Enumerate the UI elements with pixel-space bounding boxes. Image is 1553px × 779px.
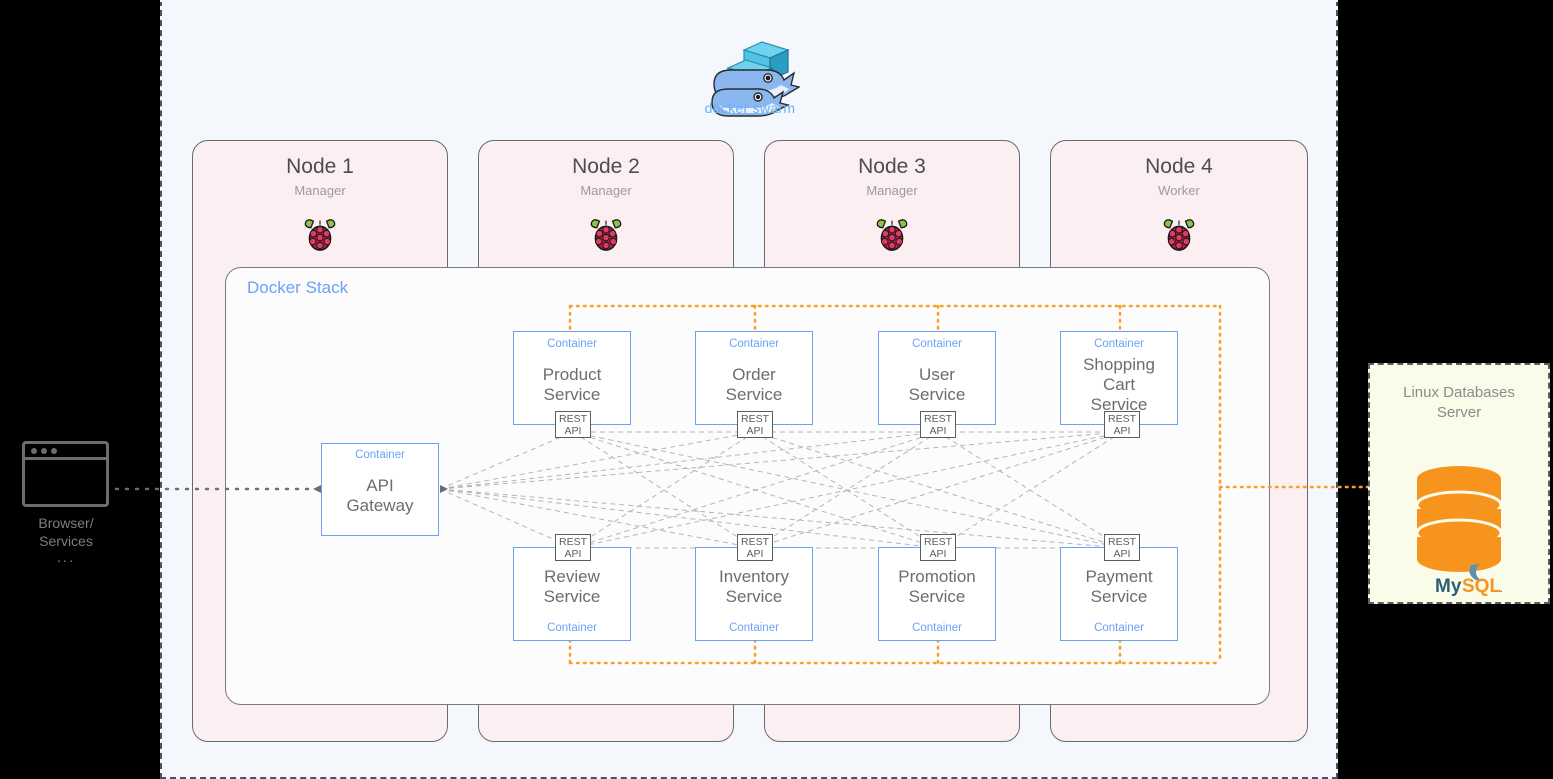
rest-api-badge: REST API bbox=[1104, 534, 1140, 561]
raspberry-pi-icon bbox=[1163, 219, 1195, 251]
docker-stack-label: Docker Stack bbox=[247, 278, 349, 297]
node-role: Worker bbox=[1158, 183, 1200, 198]
node-title: Node 4 bbox=[1145, 155, 1213, 178]
service-label: Promotion Service bbox=[898, 567, 976, 606]
container-tag: Container bbox=[729, 622, 779, 634]
service-container-inventory[interactable]: Inventory Service Container bbox=[695, 547, 813, 641]
diagram-canvas: docker swarm Node 1 Manager Node 2 Manag… bbox=[0, 0, 1553, 779]
rest-api-badge: REST API bbox=[737, 411, 773, 438]
container-tag: Container bbox=[547, 338, 597, 350]
api-gateway-container[interactable]: Container API Gateway bbox=[321, 443, 439, 536]
container-tag: Container bbox=[912, 338, 962, 350]
container-tag: Container bbox=[1094, 338, 1144, 350]
service-container-review[interactable]: Review Service Container bbox=[513, 547, 631, 641]
service-label: Review Service bbox=[543, 567, 601, 606]
api-gateway-label: API Gateway bbox=[346, 475, 414, 515]
browser-dot bbox=[31, 447, 37, 454]
svg-text:SQL: SQL bbox=[1462, 576, 1501, 597]
service-label: Shopping Cart Service bbox=[1083, 355, 1155, 414]
node-role: Manager bbox=[866, 183, 918, 198]
service-label: Inventory Service bbox=[719, 567, 789, 606]
rest-api-badge: REST API bbox=[555, 411, 591, 438]
container-tag: Container bbox=[547, 622, 597, 634]
db-server-title: Linux Databases Server bbox=[1403, 384, 1515, 421]
raspberry-pi-icon bbox=[590, 219, 622, 251]
browser-label: Browser/Services bbox=[38, 515, 94, 549]
container-tag: Container bbox=[729, 338, 779, 350]
browser-titlebar bbox=[25, 444, 106, 460]
node-title: Node 1 bbox=[286, 155, 354, 178]
browser-dot bbox=[41, 447, 47, 454]
browser-ellipsis: ... bbox=[56, 549, 76, 566]
service-container-payment[interactable]: Payment Service Container bbox=[1060, 547, 1178, 641]
node-title: Node 3 bbox=[858, 155, 926, 178]
rest-api-badge: REST API bbox=[1104, 411, 1140, 438]
svg-text:My: My bbox=[1435, 576, 1462, 597]
docker-swarm-caption: docker swarm bbox=[704, 100, 796, 116]
node-title: Node 2 bbox=[572, 155, 640, 178]
raspberry-pi-icon bbox=[304, 219, 336, 251]
node-role: Manager bbox=[580, 183, 632, 198]
node-role: Manager bbox=[294, 183, 346, 198]
rest-api-badge: REST API bbox=[555, 534, 591, 561]
service-container-promotion[interactable]: Promotion Service Container bbox=[878, 547, 996, 641]
service-label: Payment Service bbox=[1085, 567, 1153, 606]
browser-dot bbox=[51, 447, 57, 454]
container-tag: Container bbox=[355, 449, 405, 461]
rest-api-badge: REST API bbox=[737, 534, 773, 561]
rest-api-badge: REST API bbox=[920, 534, 956, 561]
raspberry-pi-icon bbox=[876, 219, 908, 251]
mysql-database-icon: My SQL . bbox=[1415, 466, 1503, 597]
service-label: User Service bbox=[908, 365, 966, 404]
container-tag: Container bbox=[912, 622, 962, 634]
service-label: Product Service bbox=[542, 365, 602, 404]
svg-text:.: . bbox=[1500, 584, 1503, 595]
linux-database-server: Linux Databases Server My SQL . bbox=[1368, 363, 1550, 604]
browser-window-icon[interactable] bbox=[22, 441, 109, 507]
container-tag: Container bbox=[1094, 622, 1144, 634]
service-label: Order Service bbox=[725, 365, 783, 404]
rest-api-badge: REST API bbox=[920, 411, 956, 438]
